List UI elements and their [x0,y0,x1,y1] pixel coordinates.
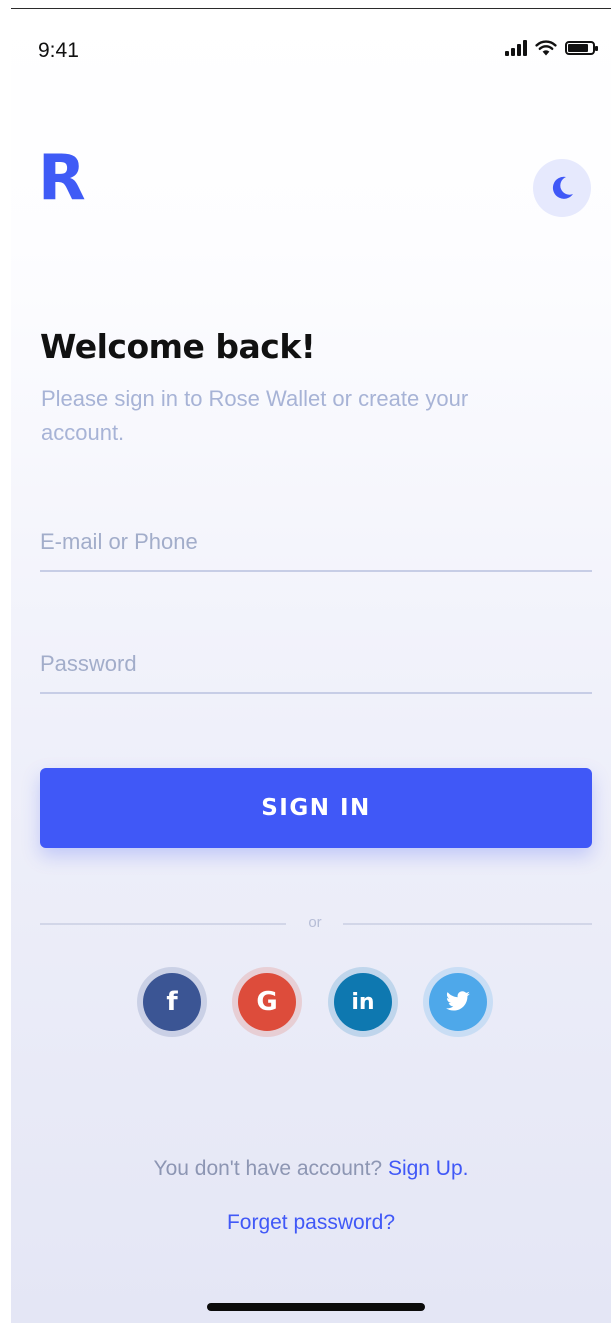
status-time: 9:41 [38,39,79,62]
google-icon: G [238,973,296,1031]
page-title: Welcome back! [40,327,316,366]
battery-icon [565,40,598,55]
twitter-icon [429,973,487,1031]
social-login-row: f G in [11,963,611,1043]
password-field[interactable] [40,636,592,694]
status-bar: 9:41 [11,9,611,89]
home-indicator [207,1303,425,1311]
linkedin-icon: in [334,973,392,1031]
status-icons [505,39,598,56]
divider-label: or [308,914,322,931]
linkedin-login-button[interactable]: in [328,967,398,1037]
phone-screen: 9:41 R Welcome back! Please sign in to R… [11,8,611,1323]
page-subtitle: Please sign in to Rose Wallet or create … [41,386,469,445]
forgot-password-link[interactable]: Forget password? [11,1211,611,1235]
sign-up-link[interactable]: Sign Up. [388,1157,469,1180]
moon-icon [552,176,573,199]
app-logo: R [38,141,86,214]
google-login-button[interactable]: G [232,967,302,1037]
facebook-icon: f [143,973,201,1031]
divider-line-left [40,923,286,925]
email-field[interactable] [40,514,592,572]
facebook-login-button[interactable]: f [137,967,207,1037]
divider-line-right [343,923,592,925]
sign-in-button[interactable]: SIGN IN [40,768,592,848]
battery-fill [568,43,589,52]
no-account-text: You don't have account? [153,1157,383,1180]
signup-prompt: You don't have account? Sign Up. [11,1157,611,1181]
theme-toggle-button[interactable] [533,159,591,217]
twitter-login-button[interactable] [423,967,493,1037]
wifi-icon [535,40,557,56]
signal-icon [505,39,527,56]
